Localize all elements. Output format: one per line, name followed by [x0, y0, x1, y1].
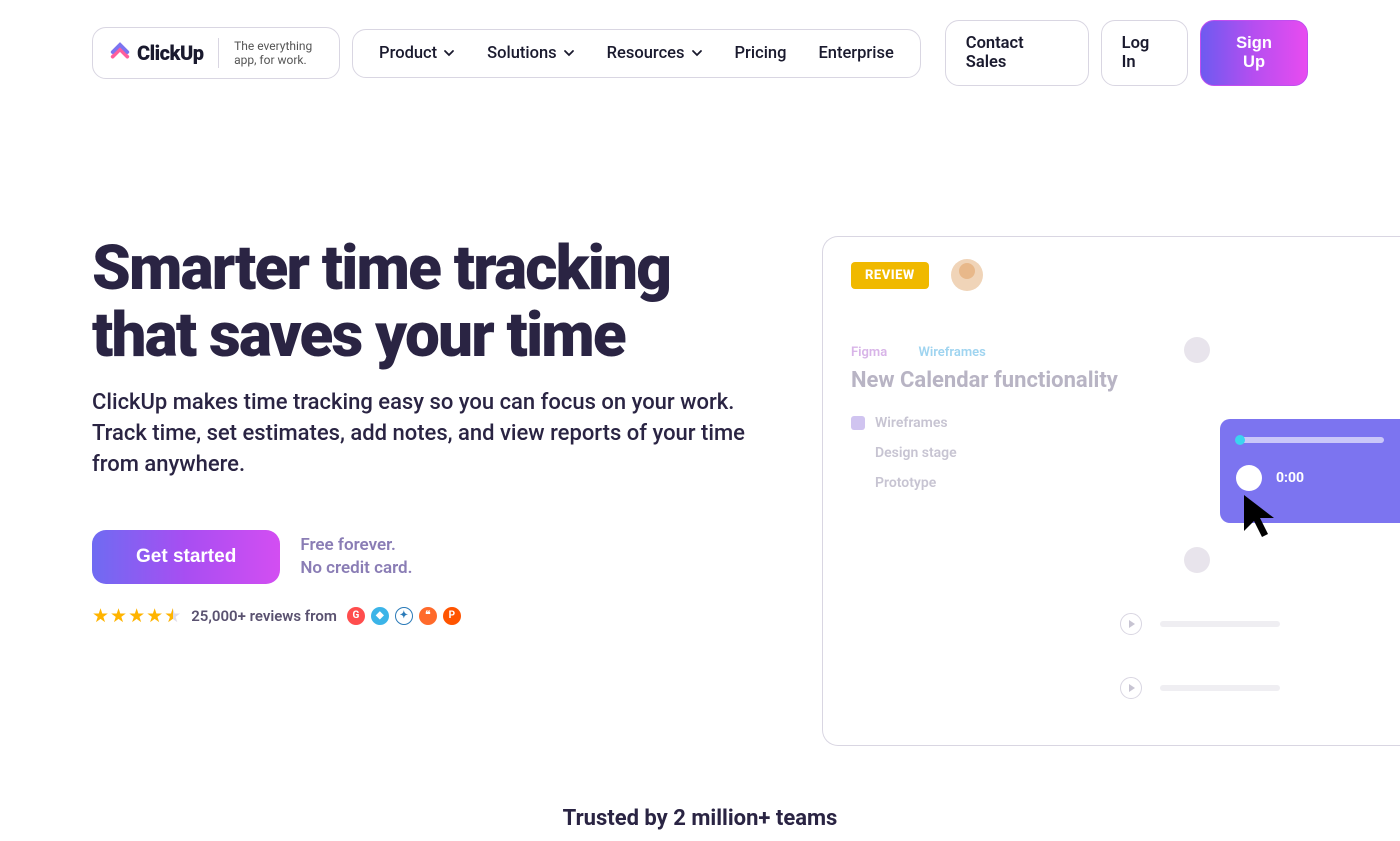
mock-track-item: [1120, 613, 1280, 635]
brand-box[interactable]: ClickUp The everything app, for work.: [92, 27, 340, 79]
nav-product-label: Product: [379, 44, 437, 63]
clickup-logo-icon: [109, 42, 131, 64]
getapp-icon: ◆: [371, 607, 389, 625]
nav-pricing-label: Pricing: [735, 44, 787, 63]
contact-sales-label: Contact Sales: [966, 34, 1068, 72]
nav-product[interactable]: Product: [363, 30, 471, 77]
chevron-down-icon: [563, 47, 575, 59]
play-icon: [1120, 677, 1142, 699]
star-half-icon: ★: [164, 604, 181, 627]
nav-resources-label: Resources: [607, 44, 685, 63]
placeholder-line: [1160, 621, 1280, 627]
mock-task-title: New Calendar functionality: [851, 368, 1400, 393]
chevron-down-icon: [691, 47, 703, 59]
hero-headline: Smarter time tracking that saves your ti…: [92, 236, 782, 370]
placeholder-line: [1160, 685, 1280, 691]
nav-resources[interactable]: Resources: [591, 30, 719, 77]
producthunt-icon: P: [443, 607, 461, 625]
star-icon: ★: [146, 604, 163, 627]
star-icon: ★: [110, 604, 127, 627]
top-nav: ClickUp The everything app, for work. Pr…: [0, 0, 1400, 86]
avatar: [1184, 337, 1210, 363]
timer-progress-bar: [1236, 437, 1384, 443]
g2-icon: G: [347, 607, 365, 625]
get-started-button[interactable]: Get started: [92, 530, 280, 584]
main-menu: Product Solutions Resources Pricing Ente…: [352, 29, 921, 78]
nav-enterprise[interactable]: Enterprise: [802, 30, 909, 77]
hero-subhead: ClickUp makes time tracking easy so you …: [92, 388, 752, 480]
nav-solutions-label: Solutions: [487, 44, 556, 63]
contact-sales-button[interactable]: Contact Sales: [945, 20, 1089, 86]
trusted-by-heading: Trusted by 2 million+ teams: [0, 746, 1400, 841]
login-label: Log In: [1122, 34, 1167, 72]
cursor-icon: [1240, 493, 1284, 541]
hero-section: Smarter time tracking that saves your ti…: [0, 86, 1400, 746]
avatar: [1184, 547, 1210, 573]
play-icon: [1120, 613, 1142, 635]
cta-note: Free forever. No credit card.: [300, 534, 412, 582]
brand-tagline: The everything app, for work.: [234, 39, 323, 68]
mock-tags: Figma Wireframes: [851, 345, 1400, 360]
reviews-text: 25,000+ reviews from: [191, 607, 337, 625]
mock-app-card: REVIEW Figma Wireframes New Calendar fun…: [822, 236, 1400, 746]
mock-tag-figma: Figma: [851, 345, 887, 360]
brand-logo: ClickUp: [109, 41, 204, 65]
trustradius-icon: ❝: [419, 607, 437, 625]
timer-value: 0:00: [1276, 470, 1304, 486]
nav-solutions[interactable]: Solutions: [471, 30, 590, 77]
nav-pricing[interactable]: Pricing: [719, 30, 803, 77]
star-rating: ★ ★ ★ ★ ★: [92, 604, 181, 627]
chevron-down-icon: [443, 47, 455, 59]
nav-enterprise-label: Enterprise: [818, 44, 893, 63]
cta-note-line2: No credit card.: [300, 557, 412, 581]
star-icon: ★: [128, 604, 145, 627]
review-badge: REVIEW: [851, 262, 929, 289]
brand-name: ClickUp: [137, 41, 204, 65]
brand-divider: [218, 38, 219, 68]
mock-tag-wireframes: Wireframes: [918, 345, 985, 360]
avatar: [951, 259, 983, 291]
review-source-icons: G ◆ ✦ ❝ P: [347, 607, 461, 625]
get-started-label: Get started: [136, 546, 236, 567]
hero-copy: Smarter time tracking that saves your ti…: [92, 236, 782, 627]
cta-row: Get started Free forever. No credit card…: [92, 530, 782, 584]
reviews-row: ★ ★ ★ ★ ★ 25,000+ reviews from G ◆ ✦ ❝ P: [92, 604, 782, 627]
signup-button[interactable]: Sign Up: [1200, 20, 1308, 86]
mock-track-item: [1120, 677, 1280, 699]
cta-note-line1: Free forever.: [300, 534, 412, 558]
star-icon: ★: [92, 604, 109, 627]
signup-label: Sign Up: [1236, 34, 1272, 71]
hero-illustration: REVIEW Figma Wireframes New Calendar fun…: [822, 236, 1400, 746]
capterra-icon: ✦: [395, 607, 413, 625]
timer-play-button: [1236, 465, 1262, 491]
login-button[interactable]: Log In: [1101, 20, 1188, 86]
